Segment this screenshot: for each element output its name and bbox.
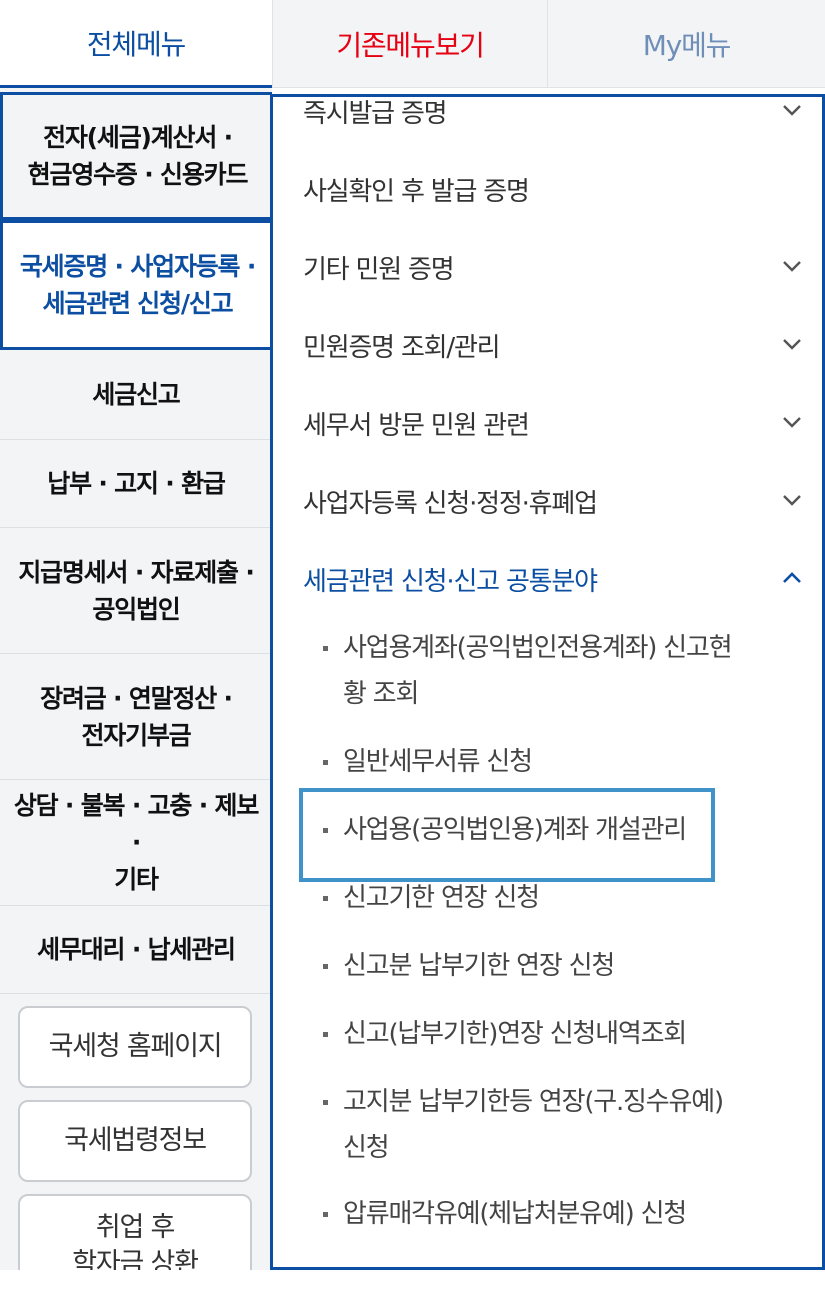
nts-homepage-button[interactable]: 국세청 홈페이지 (18, 1006, 252, 1088)
menu-item-label: 사업자등록 신청·정정·휴폐업 (303, 488, 598, 519)
tab-all-menu[interactable]: 전체메뉴 (0, 0, 272, 88)
category-consultation-appeals[interactable]: 상담 · 불복 · 고충 · 제보 · 기타 (0, 780, 272, 906)
menu-item-label: 세무서 방문 민원 관련 (303, 410, 530, 441)
bullet-icon (323, 760, 328, 765)
category-payment-statements[interactable]: 지급명세서 · 자료제출 · 공익법인 (0, 528, 272, 654)
category-tax-agent[interactable]: 세무대리 · 납세관리 (0, 906, 272, 994)
chevron-down-icon (783, 339, 801, 350)
submenu-panel: 즉시발급 증명 사실확인 후 발급 증명 기타 민원 증명 민원증명 조회/관리… (270, 94, 825, 1270)
menu-item-label: 민원증명 조회/관리 (303, 332, 501, 363)
bullet-icon (323, 896, 328, 901)
bullet-icon (323, 1100, 328, 1105)
bullet-icon (323, 1032, 328, 1037)
category-tax-filing[interactable]: 세금신고 (0, 350, 272, 440)
selection-highlight (299, 788, 715, 882)
chevron-down-icon (783, 495, 801, 506)
menu-tabs: 전체메뉴 기존메뉴보기 My메뉴 (0, 0, 825, 88)
submenu-item-account-report-status[interactable]: 사업용계좌(공익법인전용계좌) 신고현황 조회 (323, 625, 743, 717)
chevron-down-icon (783, 261, 801, 272)
chevron-up-icon (783, 572, 801, 583)
category-e-invoice[interactable]: 전자(세금)계산서 · 현금영수증 · 신용카드 (0, 92, 272, 220)
menu-item-certificate-inquiry[interactable]: 민원증명 조회/관리 (303, 325, 803, 365)
category-sidebar: 전자(세금)계산서 · 현금영수증 · 신용카드 국세증명 · 사업자등록 · … (0, 88, 272, 1270)
menu-item-fact-check-certificate[interactable]: 사실확인 후 발급 증명 (303, 169, 803, 209)
submenu-item-payment-extension[interactable]: 신고분 납부기한 연장 신청 (323, 943, 743, 989)
category-incentives-yearend[interactable]: 장려금 · 연말정산 · 전자기부금 (0, 654, 272, 780)
bullet-icon (323, 646, 328, 651)
chevron-down-icon (783, 105, 801, 116)
bullet-icon (323, 964, 328, 969)
menu-item-label: 기타 민원 증명 (303, 254, 455, 285)
menu-item-label: 세금관련 신청·신고 공통분야 (303, 566, 598, 597)
menu-item-office-visit[interactable]: 세무서 방문 민원 관련 (303, 403, 803, 443)
tab-my-menu[interactable]: My메뉴 (548, 0, 825, 88)
menu-item-business-registration[interactable]: 사업자등록 신청·정정·휴폐업 (303, 481, 803, 521)
submenu-item-notice-extension[interactable]: 고지분 납부기한등 연장(구.징수유예) 신청 (323, 1079, 743, 1171)
tax-law-info-button[interactable]: 국세법령정보 (18, 1100, 252, 1182)
submenu-item-extension-inquiry[interactable]: 신고(납부기한)연장 신청내역조회 (323, 1011, 743, 1057)
chevron-down-icon (783, 417, 801, 428)
student-loan-button[interactable]: 취업 후 학자금 상환 (18, 1194, 252, 1270)
bullet-icon (323, 1212, 328, 1217)
category-payment-refund[interactable]: 납부 · 고지 · 환급 (0, 440, 272, 528)
submenu-item-seizure-deferral[interactable]: 압류매각유예(체납처분유예) 신청 (323, 1191, 743, 1237)
menu-item-other-certificate[interactable]: 기타 민원 증명 (303, 247, 803, 287)
menu-item-label: 사실확인 후 발급 증명 (303, 176, 530, 207)
category-certificates-registration[interactable]: 국세증명 · 사업자등록 · 세금관련 신청/신고 (0, 220, 272, 350)
menu-item-common-filing[interactable]: 세금관련 신청·신고 공통분야 (303, 559, 803, 599)
submenu-item-general-documents[interactable]: 일반세무서류 신청 (323, 739, 743, 785)
tab-classic-menu[interactable]: 기존메뉴보기 (272, 0, 548, 88)
menu-item-instant-certificate[interactable]: 즉시발급 증명 (303, 97, 803, 131)
menu-item-label: 즉시발급 증명 (303, 98, 448, 129)
